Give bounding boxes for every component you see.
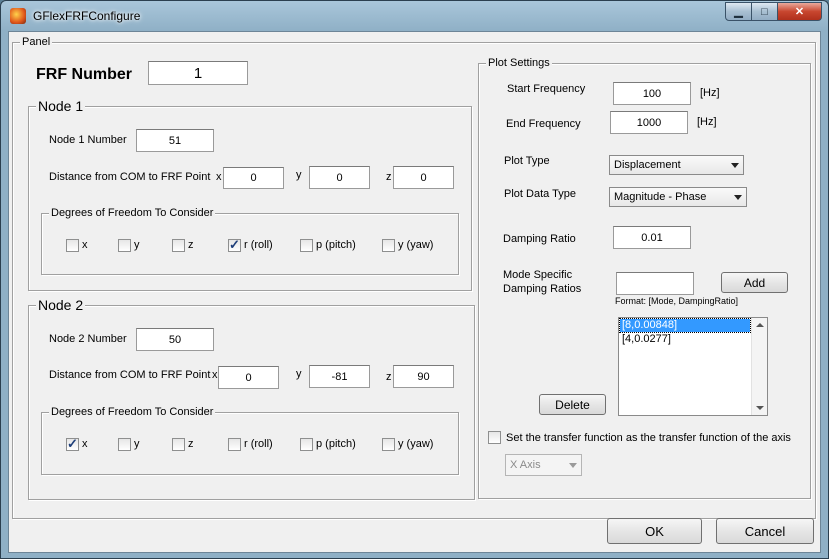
node2-dof-label-1: y [134, 438, 140, 450]
node2-number-input[interactable]: 50 [136, 328, 214, 351]
list-scrollbar[interactable] [751, 318, 767, 415]
end-frequency-label: End Frequency [506, 118, 581, 130]
node1-dof-checkbox-1[interactable] [118, 239, 131, 252]
node2-dof-label-5: y (yaw) [398, 438, 434, 450]
ok-button[interactable]: OK [607, 518, 702, 544]
node1-dof-checkbox-5[interactable] [382, 239, 395, 252]
node2-dof-checkbox-1[interactable] [118, 438, 131, 451]
node2-dof-label-3: r (roll) [244, 438, 273, 450]
scroll-down-icon[interactable] [756, 406, 764, 410]
end-frequency-unit: [Hz] [697, 116, 717, 128]
end-frequency-input[interactable]: 1000 [610, 111, 688, 134]
list-item[interactable]: [4,0.0277] [620, 333, 750, 346]
node1-dof-checkbox-2[interactable] [172, 239, 185, 252]
node2-dof-checkbox-4[interactable] [300, 438, 313, 451]
start-frequency-label: Start Frequency [507, 83, 586, 95]
damping-ratio-label: Damping Ratio [503, 233, 576, 245]
node2-number-label: Node 2 Number [49, 333, 127, 345]
axis-value: X Axis [510, 459, 541, 471]
node2-x-label: x [212, 369, 218, 381]
chevron-down-icon [569, 463, 577, 468]
node2-z-label: z [386, 371, 392, 383]
frf-number-label: FRF Number [36, 66, 132, 83]
node1-distance-label: Distance from COM to FRF Point [49, 171, 211, 183]
node1-dof-label-3: r (roll) [244, 239, 273, 251]
close-button[interactable]: ✕ [778, 2, 822, 21]
axis-select[interactable]: X Axis [505, 454, 582, 476]
node1-y-input[interactable]: 0 [309, 166, 370, 189]
list-item[interactable]: [8,0.00848] [619, 318, 751, 333]
node1-dof-label: Degrees of Freedom To Consider [49, 206, 216, 220]
start-frequency-unit: [Hz] [700, 87, 720, 99]
window: GFlexFRFConfigure ▁ □ ✕ Panel FRF Number… [0, 0, 829, 559]
node2-z-input[interactable]: 90 [393, 365, 454, 388]
node2-label: Node 2 [36, 296, 86, 314]
plot-data-type-label: Plot Data Type [504, 188, 576, 200]
node2-dof-label-4: p (pitch) [316, 438, 356, 450]
plot-type-label: Plot Type [504, 155, 550, 167]
node1-dof-label-1: y [134, 239, 140, 251]
window-title: GFlexFRFConfigure [33, 9, 141, 23]
mode-damping-label-1: Mode Specific [503, 269, 573, 281]
mode-damping-list[interactable]: [8,0.00848] [4,0.0277] [618, 317, 768, 416]
format-hint: Format: [Mode, DampingRatio] [615, 296, 739, 306]
matlab-icon [10, 8, 26, 24]
cancel-button[interactable]: Cancel [716, 518, 814, 544]
node2-dof-label: Degrees of Freedom To Consider [49, 405, 216, 419]
add-button[interactable]: Add [721, 272, 788, 293]
maximize-button[interactable]: □ [752, 2, 778, 21]
node1-number-input[interactable]: 51 [136, 129, 214, 152]
node2-distance-label: Distance from COM to FRF Point [49, 369, 211, 381]
node1-x-input[interactable]: 0 [223, 167, 284, 189]
damping-ratio-input[interactable]: 0.01 [613, 226, 691, 249]
client-area: Panel FRF Number 1 Node 1 Node 1 Number … [8, 31, 821, 553]
panel-label: Panel [20, 35, 53, 49]
node2-dof-checkbox-3[interactable] [228, 438, 241, 451]
delete-button[interactable]: Delete [539, 394, 606, 415]
node1-dof-checkbox-3[interactable] [228, 237, 241, 253]
plot-type-value: Displacement [614, 159, 681, 171]
frf-number-input[interactable]: 1 [148, 61, 248, 85]
start-frequency-input[interactable]: 100 [613, 82, 691, 105]
node2-dof-label-0: x [82, 438, 88, 450]
node2-x-input[interactable]: 0 [218, 366, 279, 389]
node1-dof-checkbox-4[interactable] [300, 239, 313, 252]
node1-z-label: z [386, 171, 392, 183]
node2-dof-checkbox-5[interactable] [382, 438, 395, 451]
node1-z-input[interactable]: 0 [393, 166, 454, 189]
node2-dof-checkbox-2[interactable] [172, 438, 185, 451]
node2-dof-checkbox-0[interactable] [66, 436, 79, 452]
plot-type-select[interactable]: Displacement [609, 155, 744, 175]
node2-y-label: y [296, 368, 302, 380]
plot-data-type-select[interactable]: Magnitude - Phase [609, 187, 747, 207]
node2-dof-label-2: z [188, 438, 194, 450]
plot-settings-label: Plot Settings [486, 56, 552, 70]
minimize-button[interactable]: ▁ [725, 2, 752, 21]
mode-damping-label-2: Damping Ratios [503, 283, 582, 295]
node1-label: Node 1 [36, 97, 86, 115]
node1-x-label: x [216, 171, 222, 183]
node1-dof-checkbox-0[interactable] [66, 239, 79, 252]
transfer-label: Set the transfer function as the transfe… [506, 432, 791, 444]
node1-number-label: Node 1 Number [49, 134, 127, 146]
node1-dof-label-0: x [82, 239, 88, 251]
transfer-checkbox[interactable] [488, 431, 501, 444]
title-bar[interactable]: GFlexFRFConfigure ▁ □ ✕ [1, 1, 828, 31]
node1-y-label: y [296, 169, 302, 181]
chevron-down-icon [734, 195, 742, 200]
chevron-down-icon [731, 163, 739, 168]
scroll-up-icon[interactable] [756, 323, 764, 327]
node2-y-input[interactable]: -81 [309, 365, 370, 388]
plot-data-type-value: Magnitude - Phase [614, 191, 707, 203]
node1-dof-label-5: y (yaw) [398, 239, 434, 251]
node1-dof-label-4: p (pitch) [316, 239, 356, 251]
mode-damping-input[interactable] [616, 272, 694, 295]
node1-dof-label-2: z [188, 239, 194, 251]
